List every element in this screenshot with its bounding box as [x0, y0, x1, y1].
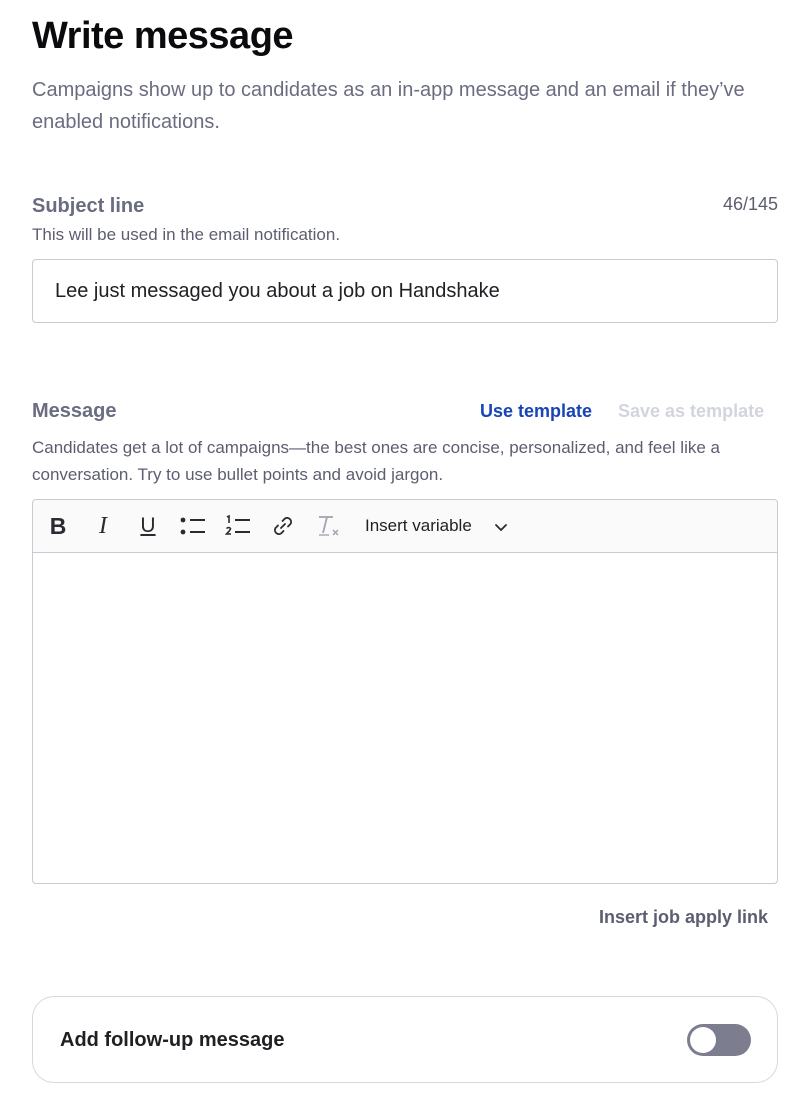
message-editor: B I U Insert variable: [32, 499, 778, 884]
message-body-input[interactable]: [33, 553, 777, 883]
insert-job-apply-link-button[interactable]: Insert job apply link: [599, 904, 768, 930]
bold-button[interactable]: B: [40, 508, 76, 544]
subject-line-input[interactable]: [32, 259, 778, 323]
follow-up-card: Add follow-up message: [32, 996, 778, 1083]
use-template-button[interactable]: Use template: [480, 398, 592, 424]
bulleted-list-icon: [180, 517, 205, 535]
italic-button[interactable]: I: [85, 508, 121, 544]
page-description: Campaigns show up to candidates as an in…: [32, 79, 745, 133]
subject-character-count: 46/145: [722, 194, 778, 214]
insert-variable-dropdown[interactable]: Insert variable: [365, 508, 508, 544]
bulleted-list-button[interactable]: [175, 508, 211, 544]
message-label: Message: [32, 400, 117, 422]
link-button[interactable]: [265, 508, 301, 544]
follow-up-label: Add follow-up message: [60, 1029, 285, 1051]
page-title: Write message: [32, 15, 294, 57]
insert-variable-label: Insert variable: [365, 516, 472, 535]
numbered-list-button[interactable]: [220, 508, 256, 544]
toggle-knob: [690, 1027, 716, 1053]
bold-icon: B: [49, 513, 67, 539]
link-icon: [274, 517, 292, 535]
underline-icon: U: [140, 514, 156, 537]
underline-button[interactable]: U: [130, 508, 166, 544]
numbered-list-icon: [225, 514, 250, 535]
subject-line-label: Subject line: [32, 195, 145, 217]
clear-format-button[interactable]: [311, 508, 347, 544]
clear-format-icon: [319, 516, 339, 536]
subject-line-hint: This will be used in the email notificat…: [32, 225, 341, 244]
editor-toolbar: B I U Insert variable: [33, 500, 777, 553]
italic-icon: I: [99, 513, 107, 539]
chevron-down-icon: [494, 524, 507, 532]
follow-up-toggle[interactable]: [687, 1024, 751, 1056]
message-hint: Candidates get a lot of campaigns—the be…: [32, 438, 720, 484]
save-as-template-button[interactable]: Save as template: [618, 398, 764, 424]
